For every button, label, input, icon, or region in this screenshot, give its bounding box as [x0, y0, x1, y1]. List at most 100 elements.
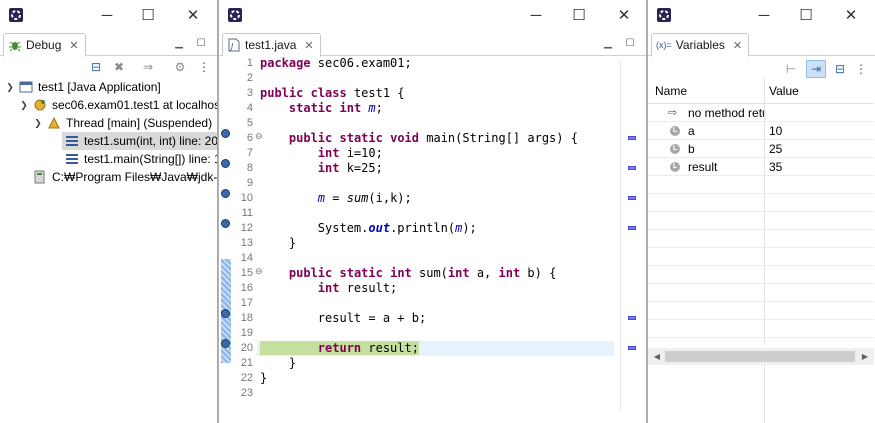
overview-marker[interactable] — [628, 226, 636, 230]
empty-row — [648, 320, 874, 338]
minimize-button[interactable]: ─ — [525, 4, 547, 26]
code-line-8: int k=25; — [317, 161, 383, 175]
table-row[interactable]: L b 25 — [648, 140, 874, 158]
tab-variables-label: Variables — [675, 38, 725, 52]
chevron-down-icon[interactable]: ❯ — [4, 82, 16, 93]
editor-window: ─ ☐ ✕ J test1.java ✕ ▁ ☐ 1 2 3 4 5 6 7 8… — [218, 0, 647, 423]
table-row[interactable]: ⇨ no method return — [648, 104, 874, 122]
line-number-gutter: 1 2 3 4 5 6 7 8 9 10 11 12 13 14 15 16 1… — [233, 56, 263, 423]
horizontal-scrollbar[interactable]: ◀ ▶ — [648, 348, 874, 365]
breakpoint-icon[interactable] — [220, 338, 231, 349]
tree-item-frame-main[interactable]: test1.main(String[]) line: 10 — [62, 150, 217, 168]
code-line-18: result = a + b; — [317, 311, 427, 325]
maximize-view-icon[interactable]: ☐ — [194, 36, 208, 50]
empty-row — [648, 230, 874, 248]
overview-marker[interactable] — [628, 136, 636, 140]
code-editor[interactable]: 1 2 3 4 5 6 7 8 9 10 11 12 13 14 15 16 1… — [219, 56, 646, 423]
view-menu-icon[interactable]: ⋮ — [196, 59, 212, 75]
editor-titlebar: ─ ☐ ✕ — [219, 0, 646, 30]
view-menu-icon[interactable]: ⋮ — [853, 61, 869, 77]
overview-marker[interactable] — [628, 196, 636, 200]
minimize-view-icon[interactable]: ▁ — [601, 36, 615, 50]
collapse-all-icon[interactable]: ⊟ — [832, 61, 848, 77]
overview-marker[interactable] — [628, 346, 636, 350]
show-type-names-icon[interactable]: ⊢ — [783, 61, 799, 77]
minimize-button[interactable]: ─ — [753, 4, 775, 26]
close-tab-icon[interactable]: ✕ — [733, 39, 742, 52]
minimize-button[interactable]: ─ — [96, 4, 118, 26]
tree-item-process[interactable]: C:₩Program Files₩Java₩jdk-1 — [30, 168, 218, 186]
variable-value: 35 — [769, 160, 783, 174]
local-variable-icon: L — [670, 144, 680, 154]
method-result-icon: ⇨ — [668, 107, 678, 119]
tab-debug[interactable]: Debug ✕ — [3, 33, 86, 57]
maximize-view-icon[interactable]: ☐ — [623, 36, 637, 50]
line-number: 9 — [246, 177, 253, 189]
maximize-button[interactable]: ☐ — [137, 4, 159, 26]
maximize-button[interactable]: ☐ — [795, 4, 817, 26]
tab-test1-java[interactable]: J test1.java ✕ — [222, 33, 321, 57]
tree-item-target[interactable]: ❯ sec06.exam01.test1 at localhost — [18, 96, 218, 114]
code-line-13: } — [288, 236, 297, 250]
table-row[interactable]: L a 10 — [648, 122, 874, 140]
tree-item-launch[interactable]: ❯ test1 [Java Application] — [4, 78, 161, 96]
variable-name: result — [688, 160, 718, 174]
maximize-button[interactable]: ☐ — [568, 4, 590, 26]
debug-titlebar: ─ ☐ ✕ — [0, 0, 217, 30]
variables-tabbar: (x)= Variables ✕ — [648, 30, 875, 57]
local-variable-icon: L — [670, 162, 680, 172]
line-number: 15 — [240, 267, 253, 279]
code-line-20: return result; — [260, 341, 419, 356]
variable-name: a — [688, 124, 695, 138]
debug-target-icon — [32, 97, 48, 113]
close-tab-icon[interactable]: ✕ — [69, 39, 78, 52]
line-number: 8 — [246, 162, 253, 174]
tab-variables[interactable]: (x)= Variables ✕ — [651, 33, 750, 57]
line-number: 13 — [240, 237, 253, 249]
column-header-value[interactable]: Value — [769, 84, 799, 98]
close-tab-icon[interactable]: ✕ — [304, 39, 313, 52]
show-logical-structure-icon[interactable]: ⇥ — [806, 60, 826, 78]
collapse-all-icon[interactable]: ⊟ — [88, 59, 104, 75]
breakpoint-icon[interactable] — [220, 188, 231, 199]
minimize-view-icon[interactable]: ▁ — [172, 36, 186, 50]
close-button[interactable]: ✕ — [840, 4, 862, 26]
tree-item-frame-sum[interactable]: test1.sum(int, int) line: 20 — [62, 132, 217, 150]
breakpoint-icon[interactable] — [220, 158, 231, 169]
column-header-name[interactable]: Name — [655, 84, 687, 98]
variables-table: Name Value ⇨ no method return L a 10 L b… — [648, 78, 874, 345]
tree-item-thread[interactable]: ❯ Thread [main] (Suspended) — [32, 114, 212, 132]
eclipse-app-icon — [9, 8, 23, 22]
tree-item-label: sec06.exam01.test1 at localhost — [52, 98, 218, 112]
code-line-7: int i=10; — [317, 146, 383, 160]
breakpoint-icon[interactable] — [220, 308, 231, 319]
stack-frame-icon — [64, 151, 80, 167]
breakpoint-ruler[interactable] — [219, 56, 233, 423]
tree-item-label: C:₩Program Files₩Java₩jdk-1 — [52, 170, 218, 184]
breakpoint-icon[interactable] — [220, 218, 231, 229]
editor-tabbar: J test1.java ✕ ▁ ☐ — [219, 30, 646, 57]
close-button[interactable]: ✕ — [182, 4, 204, 26]
table-header: Name Value — [648, 78, 874, 104]
overview-marker[interactable] — [628, 166, 636, 170]
step-icon[interactable]: ⇒ — [140, 59, 156, 75]
scroll-right-icon[interactable]: ▶ — [858, 350, 872, 363]
code-area[interactable]: package sec06.exam01; public class test1… — [257, 56, 614, 423]
overview-ruler[interactable] — [614, 56, 646, 423]
settings-icon[interactable]: ⚙ — [172, 59, 188, 75]
line-number: 11 — [241, 207, 253, 219]
breakpoint-icon[interactable] — [220, 128, 231, 139]
chevron-down-icon[interactable]: ❯ — [18, 100, 30, 111]
code-line-6: public static void main(String[] args) { — [288, 131, 578, 145]
chevron-down-icon[interactable]: ❯ — [32, 118, 44, 129]
bug-icon — [9, 41, 21, 52]
eclipse-app-icon — [228, 8, 242, 22]
close-button[interactable]: ✕ — [613, 4, 635, 26]
table-row[interactable]: L result 35 — [648, 158, 874, 176]
overview-marker[interactable] — [628, 316, 636, 320]
scroll-left-icon[interactable]: ◀ — [650, 350, 664, 363]
remove-terminated-icon[interactable]: ✖ — [111, 59, 127, 75]
detail-pane[interactable] — [648, 365, 874, 423]
scroll-thumb[interactable] — [665, 351, 855, 362]
tab-editor-label: test1.java — [245, 38, 297, 52]
